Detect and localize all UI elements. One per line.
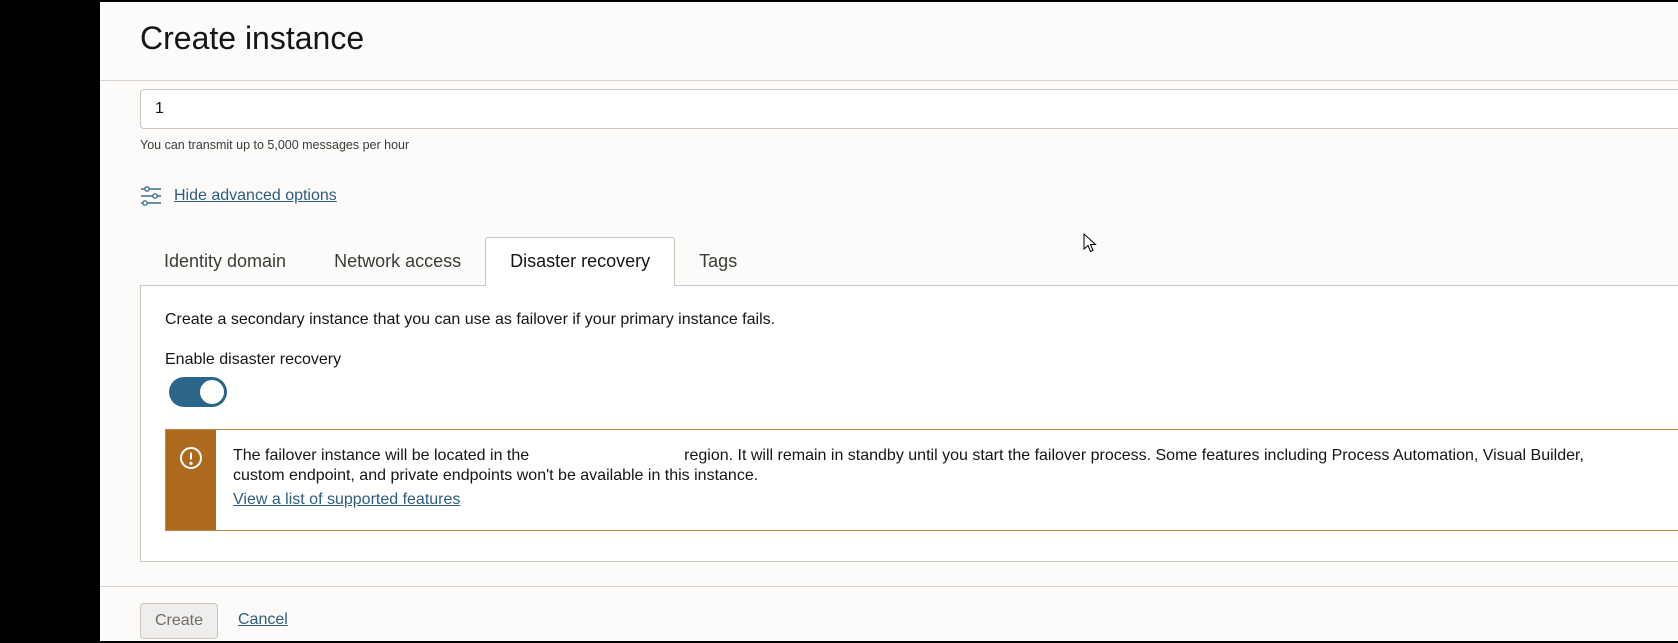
panel-header: Create instance — [100, 2, 1678, 81]
advanced-options-toggle[interactable]: Hide advanced options — [140, 185, 337, 207]
message-count-input[interactable] — [140, 89, 1678, 129]
disaster-recovery-description: Create a secondary instance that you can… — [165, 311, 776, 328]
tab-network-access[interactable]: Network access — [310, 237, 485, 285]
advanced-tabs: Identity domain Network access Disaster … — [140, 237, 761, 286]
toggle-knob — [200, 380, 224, 404]
cancel-link[interactable]: Cancel — [238, 611, 288, 629]
hide-advanced-options-link[interactable]: Hide advanced options — [174, 187, 337, 205]
tab-identity-domain[interactable]: Identity domain — [140, 237, 310, 285]
alert-text-before-region: The failover instance will be located in… — [233, 447, 530, 464]
page-title: Create instance — [140, 20, 365, 56]
tab-disaster-recovery[interactable]: Disaster recovery — [485, 237, 676, 286]
failover-alert: The failover instance will be located in… — [165, 429, 1678, 531]
alert-text-after-region: region. It will remain in standby until … — [684, 447, 1584, 464]
warning-icon — [179, 446, 203, 475]
message-count-helper: You can transmit up to 5,000 messages pe… — [140, 138, 410, 152]
enable-disaster-recovery-toggle[interactable] — [169, 377, 227, 407]
enable-disaster-recovery-label: Enable disaster recovery — [165, 351, 342, 368]
disaster-recovery-panel: Create a secondary instance that you can… — [140, 285, 1678, 562]
create-instance-panel: Create instance You can transmit up to 5… — [100, 2, 1678, 641]
tab-tags[interactable]: Tags — [675, 237, 761, 285]
panel-footer: Create Cancel — [100, 586, 1678, 641]
mouse-cursor-icon — [1083, 232, 1097, 258]
supported-features-link[interactable]: View a list of supported features — [233, 491, 460, 509]
sliders-icon — [140, 185, 162, 207]
create-button[interactable]: Create — [140, 603, 218, 639]
alert-strip — [166, 430, 216, 530]
alert-line-1: The failover instance will be located in… — [233, 446, 1678, 466]
alert-line-2: custom endpoint, and private endpoints w… — [233, 467, 759, 484]
